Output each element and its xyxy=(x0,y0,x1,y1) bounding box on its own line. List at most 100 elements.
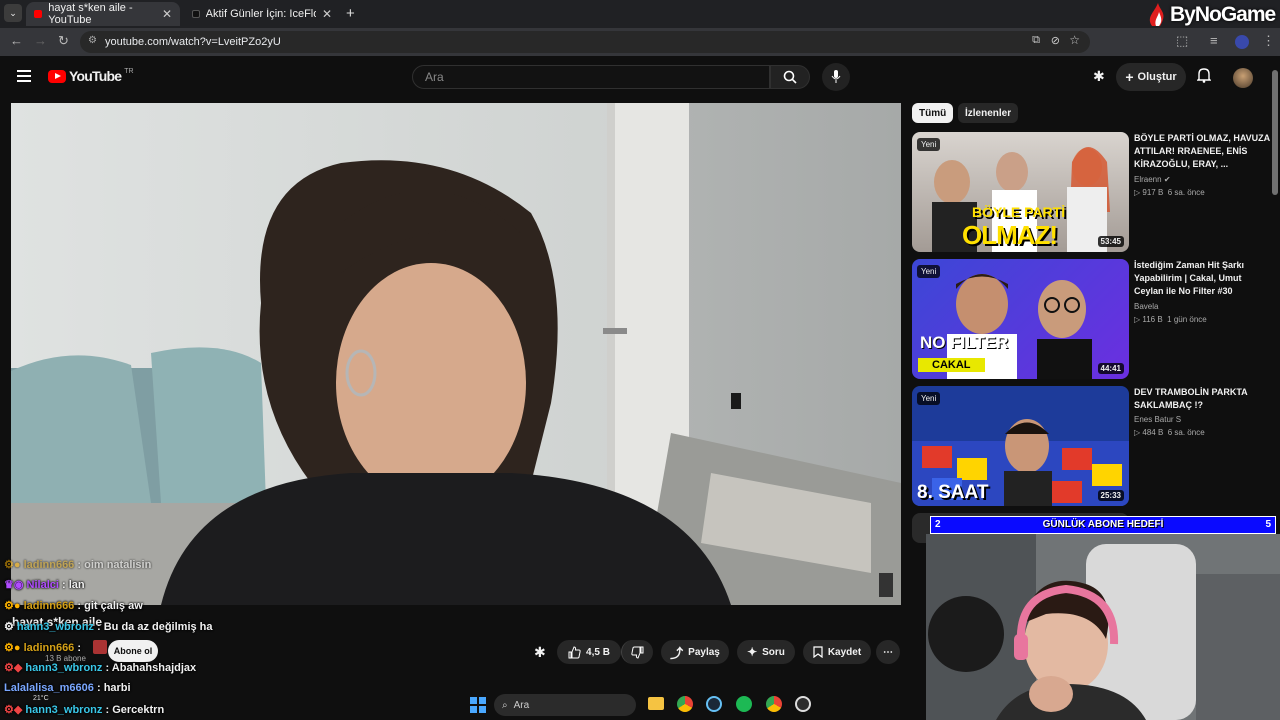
extensions-icon[interactable]: ⬚ xyxy=(1176,33,1188,49)
dislike-button[interactable] xyxy=(621,640,653,664)
thumbnail-caption: NO FILTER xyxy=(920,333,1009,352)
voice-search-button[interactable] xyxy=(822,63,850,91)
search-input[interactable]: Ara xyxy=(412,65,770,89)
tab-iceflow[interactable]: Aktif Günler İçin: IceFlow Flip St ✕ xyxy=(184,2,340,26)
reload-icon[interactable]: ↻ xyxy=(58,33,69,49)
ask-label: Soru xyxy=(762,646,785,658)
flame-icon xyxy=(1149,3,1164,26)
search-icon: ⌕ xyxy=(502,699,508,711)
new-badge: Yeni xyxy=(917,392,941,405)
chat-message: ⚙● ladinn666 : xyxy=(4,642,82,654)
create-label: Oluştur xyxy=(1137,71,1177,83)
eye-off-icon[interactable]: ⊘ xyxy=(1051,34,1060,47)
video-frame xyxy=(11,103,901,605)
site-favicon-icon xyxy=(192,10,200,18)
install-app-icon[interactable]: ⧉ xyxy=(1032,34,1040,47)
reading-list-icon[interactable]: ≡ xyxy=(1210,33,1218,48)
chat-badge-icon: ⚙◆ xyxy=(4,662,26,674)
account-avatar[interactable] xyxy=(1233,68,1253,88)
menu-dots-icon[interactable]: ⋮ xyxy=(1262,33,1275,49)
recommendation-card[interactable]: Yeni 8. SAAT 25:33 DEV TRAMBOLİN PARKTA … xyxy=(912,386,1272,506)
extension-icon[interactable]: ✱ xyxy=(534,644,546,661)
ask-button[interactable]: ✦ Soru xyxy=(737,640,795,664)
chat-badge-icon: ♛◉ xyxy=(4,579,27,591)
bynogame-logo: ByNoGame xyxy=(1146,2,1276,28)
chat-overlay: ⚙● ladinn666 : oim natalisin ♛◉ Nilalci … xyxy=(0,556,420,720)
back-icon[interactable]: ← xyxy=(10,33,23,48)
channel-avatar[interactable] xyxy=(93,640,107,654)
thumbs-up-icon xyxy=(568,645,581,658)
webcam-feed xyxy=(926,534,1280,720)
profile-icon[interactable] xyxy=(1235,35,1249,49)
spotify-icon[interactable] xyxy=(736,696,752,712)
subscribe-button[interactable]: Abone ol xyxy=(108,640,158,662)
tab-title: hayat s*ken aile - YouTube xyxy=(48,2,133,26)
share-label: Paylaş xyxy=(688,646,720,658)
chat-badge-icon: ⚙ xyxy=(4,621,17,633)
like-button[interactable]: 4,5 B xyxy=(557,640,621,664)
search-button[interactable] xyxy=(770,65,810,89)
verified-icon: ✔ xyxy=(1163,175,1171,184)
extension-puzzle-icon[interactable]: ✱ xyxy=(1093,68,1105,85)
subscriber-goal-bar: 2 GÜNLÜK ABONE HEDEFİ 5 xyxy=(930,516,1276,534)
close-tab-icon[interactable]: ✕ xyxy=(322,7,332,21)
steam-icon[interactable] xyxy=(706,696,722,712)
video-thumbnail[interactable]: Yeni 8. SAAT 25:33 xyxy=(912,386,1129,506)
new-tab-button[interactable]: + xyxy=(346,5,355,22)
video-title[interactable]: İstediğim Zaman Hit Şarkı Yapabilirim | … xyxy=(1134,259,1272,298)
chat-badge-icon: ⚙● xyxy=(4,642,24,654)
tab-list-button[interactable]: ⌄ xyxy=(4,4,22,22)
video-player[interactable] xyxy=(11,103,901,605)
channel-name[interactable]: Bavela xyxy=(1134,302,1158,311)
new-badge: Yeni xyxy=(917,138,941,151)
video-title[interactable]: BÖYLE PARTİ OLMAZ, HAVUZA ATTILAR! RRAEN… xyxy=(1134,132,1272,171)
thumbs-down-icon xyxy=(631,646,644,659)
video-thumbnail[interactable]: Yeni BÖYLE PARTİ OLMAZ! 53:45 xyxy=(912,132,1129,252)
chrome-icon[interactable] xyxy=(677,696,693,712)
hamburger-menu-icon[interactable] xyxy=(17,70,31,82)
thumbnail-caption: 8. SAAT xyxy=(917,482,989,503)
channel-name[interactable]: Elraenn ✔ xyxy=(1134,175,1171,184)
share-button[interactable]: ⤴ Paylaş xyxy=(661,640,729,664)
save-button[interactable]: Kaydet xyxy=(803,640,871,664)
video-thumbnail[interactable]: Yeni NO FILTER CAKAL 44:41 xyxy=(912,259,1129,379)
recommendation-card[interactable]: Yeni BÖYLE PARTİ OLMAZ! 53:45 BÖYLE PART… xyxy=(912,132,1272,252)
tab-youtube[interactable]: hayat s*ken aile - YouTube ✕ xyxy=(26,2,180,26)
chip-all[interactable]: Tümü xyxy=(912,103,954,123)
microphone-icon xyxy=(831,70,841,83)
site-info-icon[interactable]: ⚙ xyxy=(88,35,97,46)
chat-message: ⚙ hann3_wbronz : Bu da az değilmiş ha xyxy=(4,621,213,633)
chrome-active-icon[interactable] xyxy=(766,696,782,712)
channel-name[interactable]: Enes Batur S xyxy=(1134,415,1181,424)
youtube-favicon-icon xyxy=(34,10,43,18)
obs-icon[interactable] xyxy=(795,696,811,712)
sidebar-scrollbar[interactable] xyxy=(1272,70,1278,195)
weather-widget[interactable]: 21°C xyxy=(33,695,49,702)
recommendation-card[interactable]: Yeni NO FILTER CAKAL 44:41 İstediğim Zam… xyxy=(912,259,1272,379)
close-tab-icon[interactable]: ✕ xyxy=(162,7,172,21)
chat-message: ♛◉ Nilalci : lan xyxy=(4,579,85,591)
file-explorer-icon[interactable] xyxy=(648,697,664,710)
search-icon xyxy=(783,70,797,84)
browser-toolbar: ← → ↻ ⚙ youtube.com/watch?v=LveitPZo2yU … xyxy=(0,28,1280,56)
bookmark-star-icon[interactable]: ☆ xyxy=(1069,33,1080,47)
youtube-logo[interactable]: YouTube TR xyxy=(48,68,134,84)
chat-badge-icon: ⚙◆ xyxy=(4,704,26,716)
video-title[interactable]: DEV TRAMBOLİN PARKTA SAKLAMBAÇ !? xyxy=(1134,386,1272,412)
notifications-bell-icon[interactable] xyxy=(1196,67,1212,88)
chip-watched[interactable]: İzlenenler xyxy=(958,103,1019,123)
address-bar[interactable]: ⚙ youtube.com/watch?v=LveitPZo2yU ⧉ ⊘ ☆ xyxy=(80,31,1090,53)
windows-start-icon[interactable] xyxy=(470,697,486,713)
chat-message: ⚙◆ hann3_wbronz : Gercektrn xyxy=(4,704,165,716)
video-duration: 44:41 xyxy=(1097,363,1124,374)
plus-icon: + xyxy=(1125,69,1134,85)
more-horizontal-icon: ⋯ xyxy=(883,646,893,658)
forward-icon[interactable]: → xyxy=(34,33,47,48)
like-count: 4,5 B xyxy=(586,646,610,658)
create-button[interactable]: + Oluştur xyxy=(1116,63,1186,91)
video-meta: ▷ 484 B 6 sa. önce xyxy=(1134,428,1205,437)
brand-text: ByNoGame xyxy=(1170,3,1276,26)
more-actions-button[interactable]: ⋯ xyxy=(876,640,900,664)
taskbar-search[interactable]: ⌕ Ara xyxy=(494,694,636,716)
thumbnail-caption: CAKAL xyxy=(918,358,985,372)
